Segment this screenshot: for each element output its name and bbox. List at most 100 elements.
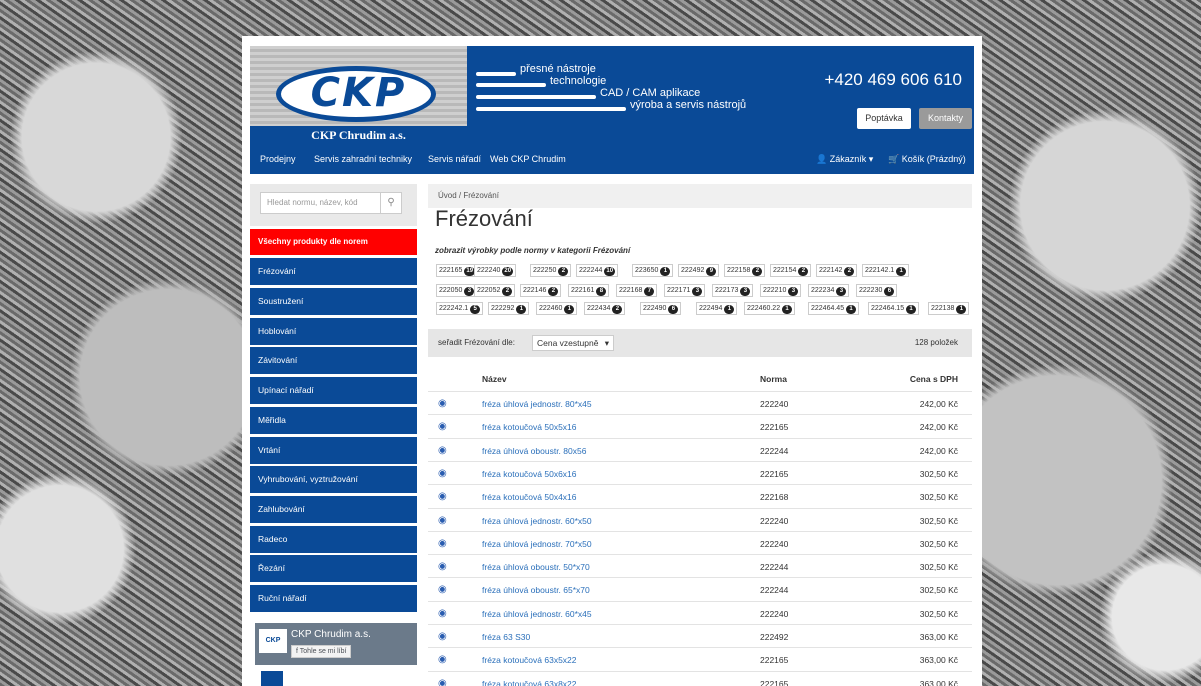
nav-prodejny[interactable]: Prodejny [260, 144, 296, 174]
product-name-link[interactable]: fréza úhlová jednostr. 60*x50 [482, 509, 592, 533]
eye-icon[interactable]: ◉ [438, 672, 447, 686]
norm-chip[interactable]: 222138 1 [928, 302, 970, 315]
table-row[interactable]: ◉ fréza kotoučová 63x8x22 222165 363,00 Kč [428, 670, 972, 686]
norm-chip[interactable]: 222146 2 [520, 284, 562, 297]
table-row[interactable]: ◉ fréza úhlová oboustr. 65*x70 222244 302,5… [428, 577, 972, 601]
breadcrumb[interactable]: Úvod / Frézování [428, 184, 972, 208]
product-name-link[interactable]: fréza úhlová jednostr. 80*x45 [482, 392, 592, 416]
category-item[interactable]: Soustružení [250, 288, 417, 315]
table-row[interactable]: ◉ fréza úhlová oboustr. 80x56 222244 242,00… [428, 437, 972, 463]
table-row[interactable]: ◉ fréza kotoučová 63x5x22 222165 363,00 Kč [428, 647, 972, 671]
category-item[interactable]: Hoblování [250, 318, 417, 345]
category-item[interactable]: Vrtání [250, 437, 417, 464]
eye-icon[interactable]: ◉ [438, 439, 447, 463]
nav-web-ckp[interactable]: Web CKP Chrudim [490, 144, 566, 174]
table-row[interactable]: ◉ fréza kotoučová 50x4x16 222168 302,50 Kč [428, 484, 972, 508]
norm-chip[interactable]: 222210 3 [760, 284, 802, 297]
category-item[interactable]: Radeco [250, 526, 417, 553]
product-name-link[interactable]: fréza úhlová oboustr. 50*x70 [482, 555, 590, 579]
product-name-link[interactable]: fréza 63 S30 [482, 625, 530, 649]
eye-icon[interactable]: ◉ [438, 578, 447, 602]
product-name-link[interactable]: fréza úhlová jednostr. 70*x50 [482, 532, 592, 556]
phone-number[interactable]: +420 469 606 610 [824, 70, 962, 90]
norm-chip[interactable]: 222168 7 [616, 284, 658, 297]
norm-chip[interactable]: 222460 1 [536, 302, 578, 315]
norm-chip[interactable]: 222165 19 [436, 264, 479, 277]
product-name-link[interactable]: fréza kotoučová 50x5x16 [482, 415, 577, 439]
norm-chip[interactable]: 222154 2 [770, 264, 812, 277]
search-input[interactable]: Hledat normu, název, kód [260, 192, 380, 214]
table-row[interactable]: ◉ fréza úhlová jednostr. 60*x50 222240 302,… [428, 507, 972, 533]
col-norm[interactable]: Norma [760, 374, 787, 384]
norm-chip[interactable]: 222242.1 5 [436, 302, 484, 315]
category-item[interactable]: Závitování [250, 347, 417, 374]
table-row[interactable]: ◉ fréza úhlová oboustr. 50*x70 222244 302,5… [428, 554, 972, 578]
eye-icon[interactable]: ◉ [438, 485, 447, 509]
table-row[interactable]: ◉ fréza úhlová jednostr. 70*x50 222240 302,… [428, 530, 972, 556]
norm-chip[interactable]: 222158 2 [724, 264, 766, 277]
nav-kosik[interactable]: 🛒 Košík (Prázdný) [888, 144, 966, 174]
category-item[interactable]: Ruční nářadí [250, 585, 417, 612]
kontakty-button[interactable]: Kontakty [919, 108, 972, 129]
product-name-link[interactable]: fréza kotoučová 50x6x16 [482, 462, 577, 486]
product-name-link[interactable]: fréza kotoučová 50x4x16 [482, 485, 577, 509]
nav-servis-zahradni[interactable]: Servis zahradní techniky [314, 144, 412, 174]
sort-select[interactable]: Cena vzestupně ▾ [532, 335, 614, 351]
product-name-link[interactable]: fréza úhlová oboustr. 65*x70 [482, 578, 590, 602]
table-row[interactable]: ◉ fréza 63 S30 222492 363,00 Kč [428, 624, 972, 648]
product-name-link[interactable]: fréza úhlová jednostr. 60*x45 [482, 602, 592, 626]
col-price[interactable]: Cena s DPH [910, 374, 958, 384]
facebook-widget[interactable]: CKP CKP Chrudim a.s. f Tohle se mi líbí [255, 623, 417, 686]
category-item[interactable]: Řezání [250, 555, 417, 582]
category-item[interactable]: Vyhrubování, vyztružování [250, 466, 417, 493]
nav-zakaznik[interactable]: 👤 Zákazník ▾ [816, 144, 873, 174]
eye-icon[interactable]: ◉ [438, 392, 447, 416]
product-name-link[interactable]: fréza kotoučová 63x5x22 [482, 648, 577, 672]
eye-icon[interactable]: ◉ [438, 462, 447, 486]
category-all[interactable]: Všechny produkty dle norem [250, 229, 417, 255]
search-button[interactable]: ⚲ [380, 192, 402, 214]
logo[interactable]: CKP CKP Chrudim a.s. [250, 46, 467, 144]
norm-chip[interactable]: 222490 6 [640, 302, 682, 315]
norm-chip[interactable]: 222434 2 [584, 302, 626, 315]
norm-chip[interactable]: 222171 3 [664, 284, 706, 297]
norm-chip[interactable]: 222464.45 1 [808, 302, 860, 315]
eye-icon[interactable]: ◉ [438, 555, 447, 579]
norm-chip[interactable]: 222292 1 [488, 302, 530, 315]
table-row[interactable]: ◉ fréza kotoučová 50x5x16 222165 242,00 Kč [428, 414, 972, 438]
norm-chip[interactable]: 222464.15 1 [868, 302, 920, 315]
eye-icon[interactable]: ◉ [438, 648, 447, 672]
product-name-link[interactable]: fréza kotoučová 63x8x22 [482, 672, 577, 686]
eye-icon[interactable]: ◉ [438, 625, 447, 649]
eye-icon[interactable]: ◉ [438, 415, 447, 439]
nav-servis-naradi[interactable]: Servis nářadí [428, 144, 481, 174]
table-row[interactable]: ◉ fréza kotoučová 50x6x16 222165 302,50 Kč [428, 460, 972, 486]
norm-chip[interactable]: 222240 20 [474, 264, 517, 277]
eye-icon[interactable]: ◉ [438, 509, 447, 533]
norm-chip[interactable]: 222161 8 [568, 284, 610, 297]
category-item[interactable]: Upínací nářadí [250, 377, 417, 404]
norm-chip[interactable]: 222494 1 [696, 302, 738, 315]
norm-chip[interactable]: 222050 3 [436, 284, 478, 297]
fb-like-button[interactable]: f Tohle se mi líbí [291, 645, 352, 658]
table-row[interactable]: ◉ fréza úhlová jednostr. 60*x45 222240 302,… [428, 600, 972, 626]
product-name-link[interactable]: fréza úhlová oboustr. 80x56 [482, 439, 586, 463]
norm-chip[interactable]: 222142.1 1 [862, 264, 910, 277]
norm-chip[interactable]: 222492 9 [678, 264, 720, 277]
table-row[interactable]: ◉ fréza úhlová jednostr. 80*x45 222240 242,… [428, 391, 972, 415]
norm-chip[interactable]: 223650 1 [632, 264, 674, 277]
norm-chip[interactable]: 222244 10 [576, 264, 619, 277]
col-name[interactable]: Název [482, 374, 507, 384]
norm-chip[interactable]: 222234 3 [808, 284, 850, 297]
category-item[interactable]: Měřidla [250, 407, 417, 434]
poptavka-button[interactable]: Poptávka [857, 108, 911, 129]
eye-icon[interactable]: ◉ [438, 532, 447, 556]
norm-chip[interactable]: 222460.22 1 [744, 302, 796, 315]
norm-chip[interactable]: 222052 2 [474, 284, 516, 297]
norm-chip[interactable]: 222142 2 [816, 264, 858, 277]
eye-icon[interactable]: ◉ [438, 602, 447, 626]
fb-page-title[interactable]: CKP Chrudim a.s. [291, 629, 371, 640]
norm-chip[interactable]: 222250 2 [530, 264, 572, 277]
norm-chip[interactable]: 222230 6 [856, 284, 898, 297]
category-item[interactable]: Frézování [250, 258, 417, 285]
